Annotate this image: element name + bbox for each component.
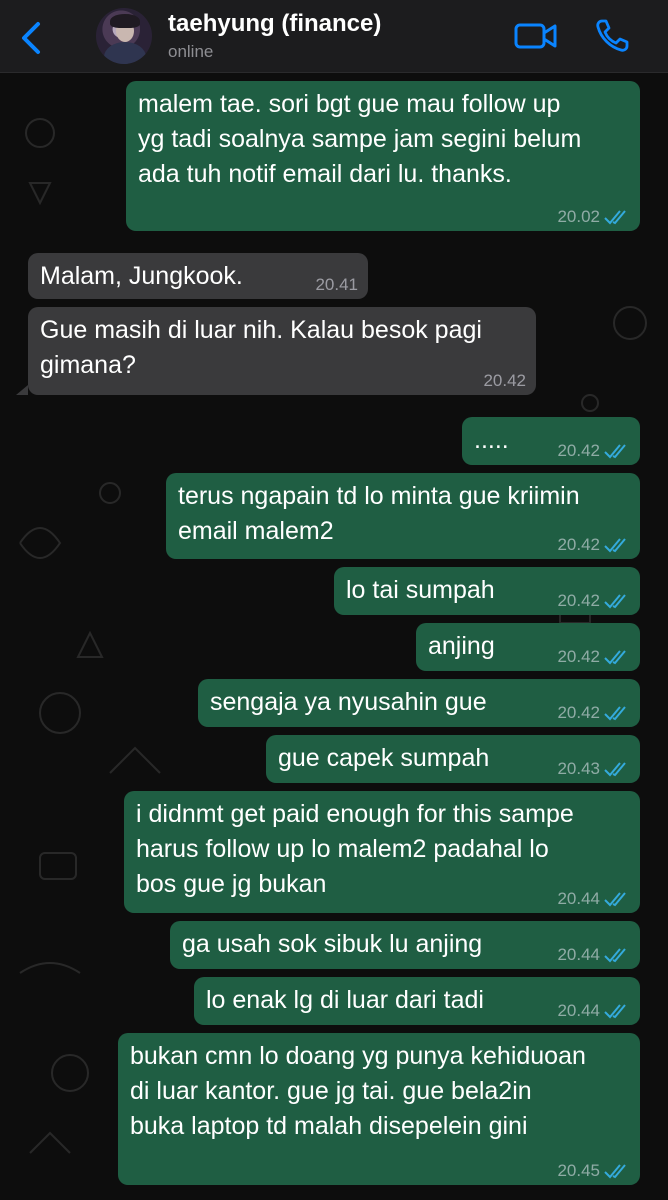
message-bubble-outgoing[interactable]: sengaja ya nyusahin gue 20.42 [198, 679, 640, 727]
contact-name[interactable]: taehyung (finance) [168, 10, 381, 38]
double-check-icon [604, 1164, 626, 1179]
message-time: 20.42 [557, 591, 600, 610]
message-bubble-outgoing[interactable]: ..... 20.42 [462, 417, 640, 465]
message-time: 20.44 [557, 1001, 600, 1020]
message-text: i didnmt get paid enough for this sampe … [136, 800, 574, 898]
double-check-icon [604, 538, 626, 553]
message-time: 20.42 [557, 441, 600, 460]
message-bubble-incoming[interactable]: Gue masih di luar nih. Kalau besok pagi … [28, 307, 536, 395]
double-check-icon [604, 892, 626, 907]
message-bubble-outgoing[interactable]: i didnmt get paid enough for this sampe … [124, 791, 640, 913]
message-bubble-outgoing[interactable]: ga usah sok sibuk lu anjing 20.44 [170, 921, 640, 969]
chat-area[interactable]: malem tae. sori bgt gue mau follow up yg… [0, 73, 668, 1200]
message-time: 20.42 [483, 371, 526, 390]
double-check-icon [604, 1004, 626, 1019]
message-text: lo tai sumpah [346, 576, 495, 604]
message-bubble-incoming[interactable]: Malam, Jungkook. 20.41 [28, 253, 368, 299]
double-check-icon [604, 444, 626, 459]
chevron-left-icon [22, 22, 40, 54]
bubble-tail [16, 385, 28, 395]
message-bubble-outgoing[interactable]: anjing 20.42 [416, 623, 640, 671]
message-bubble-outgoing[interactable]: bukan cmn lo doang yg punya kehiduoan di… [118, 1033, 640, 1185]
message-text: gue capek sumpah [278, 744, 490, 772]
double-check-icon [604, 594, 626, 609]
double-check-icon [604, 210, 626, 225]
message-text: lo enak lg di luar dari tadi [206, 986, 484, 1014]
message-text: terus ngapain td lo minta gue kriimin em… [178, 482, 580, 545]
avatar[interactable] [96, 8, 152, 64]
voice-call-button[interactable] [594, 18, 630, 54]
message-bubble-outgoing[interactable]: malem tae. sori bgt gue mau follow up yg… [126, 81, 640, 231]
message-bubble-outgoing[interactable]: lo enak lg di luar dari tadi 20.44 [194, 977, 640, 1025]
message-text: ga usah sok sibuk lu anjing [182, 930, 483, 958]
message-text: malem tae. sori bgt gue mau follow up yg… [138, 90, 582, 188]
double-check-icon [604, 650, 626, 665]
double-check-icon [604, 762, 626, 777]
message-time: 20.41 [315, 275, 358, 294]
message-text: Malam, Jungkook. [40, 262, 243, 290]
message-text: anjing [428, 632, 495, 660]
contact-status: online [168, 42, 214, 61]
message-time: 20.43 [557, 759, 600, 778]
message-time: 20.44 [557, 889, 600, 908]
message-text: Gue masih di luar nih. Kalau besok pagi … [40, 316, 482, 379]
back-button[interactable] [14, 18, 50, 58]
video-camera-icon [514, 23, 557, 49]
double-check-icon [604, 706, 626, 721]
message-bubble-outgoing[interactable]: lo tai sumpah 20.42 [334, 567, 640, 615]
message-time: 20.42 [557, 535, 600, 554]
message-bubble-outgoing[interactable]: gue capek sumpah 20.43 [266, 735, 640, 783]
message-text: bukan cmn lo doang yg punya kehiduoan di… [130, 1042, 586, 1140]
video-call-button[interactable] [514, 20, 558, 52]
message-bubble-outgoing[interactable]: terus ngapain td lo minta gue kriimin em… [166, 473, 640, 559]
message-time: 20.42 [557, 647, 600, 666]
chat-header: taehyung (finance) online [0, 0, 668, 73]
message-text: sengaja ya nyusahin gue [210, 688, 487, 716]
message-time: 20.42 [557, 703, 600, 722]
phone-icon [596, 19, 629, 52]
message-text: ..... [474, 426, 509, 454]
message-time: 20.02 [557, 207, 600, 226]
message-time: 20.45 [557, 1161, 600, 1180]
double-check-icon [604, 948, 626, 963]
message-time: 20.44 [557, 945, 600, 964]
